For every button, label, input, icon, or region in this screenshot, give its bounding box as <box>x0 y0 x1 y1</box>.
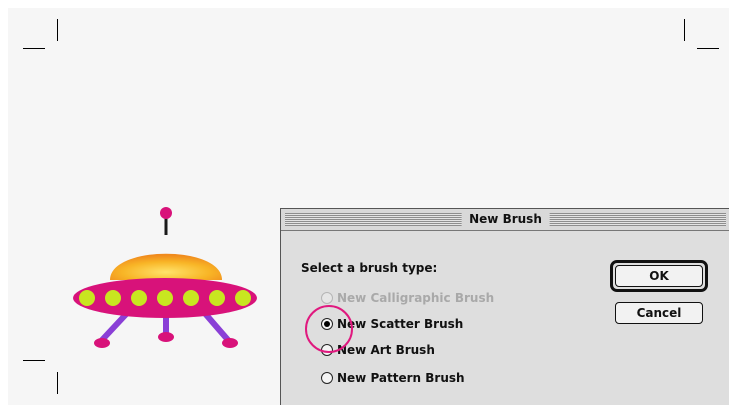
option-label[interactable]: New Art Brush <box>337 343 435 357</box>
screen: New Brush Select a brush type: New Calli… <box>0 0 729 405</box>
radio-new-art-brush[interactable]: New Art Brush <box>321 341 435 359</box>
option-label[interactable]: New Pattern Brush <box>337 371 465 385</box>
radio-new-pattern-brush[interactable]: New Pattern Brush <box>321 369 465 387</box>
dialog-title: New Brush <box>461 212 550 227</box>
crop-mark-top-left <box>57 19 58 41</box>
ufo-spaceship-icon <box>73 207 257 348</box>
ok-button[interactable]: OK <box>615 265 703 287</box>
radio-new-scatter-brush[interactable]: New Scatter Brush <box>321 315 463 333</box>
crop-mark-bottom-left <box>23 360 45 361</box>
radio-new-calligraphic-brush: New Calligraphic Brush <box>321 289 494 307</box>
brush-type-prompt: Select a brush type: <box>301 261 438 275</box>
new-brush-dialog: New Brush Select a brush type: New Calli… <box>280 208 729 405</box>
radio-button-icon[interactable] <box>321 344 333 356</box>
crop-mark-top-left <box>23 48 45 49</box>
option-label: New Calligraphic Brush <box>337 291 495 305</box>
dialog-titlebar[interactable]: New Brush <box>281 209 729 231</box>
crop-mark-top-right <box>697 48 719 49</box>
cancel-button[interactable]: Cancel <box>615 302 703 324</box>
radio-button-selected-icon[interactable] <box>321 318 333 330</box>
crop-mark-bottom-left <box>57 372 58 394</box>
crop-mark-top-right <box>684 19 685 41</box>
radio-button-icon <box>321 292 333 304</box>
option-label[interactable]: New Scatter Brush <box>337 317 463 331</box>
radio-button-icon[interactable] <box>321 372 333 384</box>
